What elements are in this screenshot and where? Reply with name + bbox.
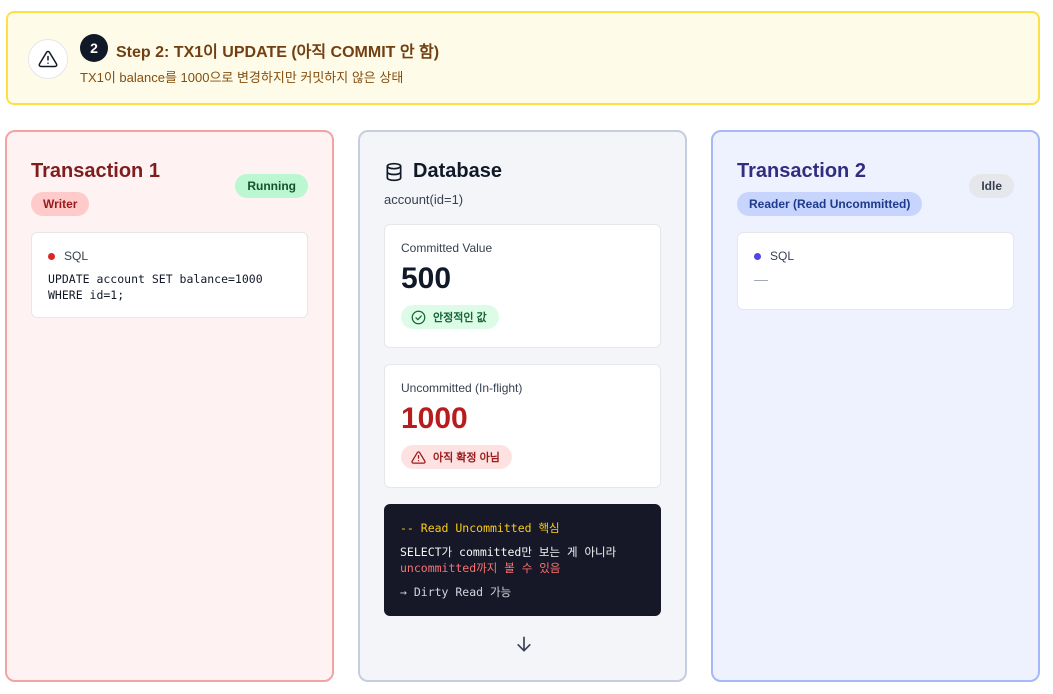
transaction-2-role-badge: Reader (Read Uncommitted) xyxy=(737,192,923,216)
database-title: Database xyxy=(413,160,502,182)
transaction-2-title: Transaction 2 xyxy=(737,160,866,182)
committed-value-card: Committed Value 500 안정적인 값 xyxy=(384,224,661,348)
uncommitted-status-badge: 아직 확정 아님 xyxy=(401,445,512,469)
transaction-1-sql-card: SQL UPDATE account SET balance=1000 WHER… xyxy=(31,232,308,318)
committed-value: 500 xyxy=(401,262,452,295)
uncommitted-badge-text: 아직 확정 아님 xyxy=(433,452,500,464)
read-uncommitted-note: -- Read Uncommitted 핵심 SELECT가 committed… xyxy=(384,504,661,616)
note-comment: -- Read Uncommitted 핵심 xyxy=(400,521,560,535)
committed-value-label: Committed Value xyxy=(401,241,493,255)
warning-triangle-icon xyxy=(28,39,68,79)
transaction-2-sql-code: — xyxy=(754,271,768,287)
step-title: Step 2: TX1이 UPDATE (아직 COMMIT 안 함) xyxy=(116,44,440,61)
check-circle-icon xyxy=(411,310,426,324)
sql-label: SQL xyxy=(64,249,89,263)
transaction-1-status-badge: Running xyxy=(235,174,308,198)
database-icon xyxy=(386,162,402,181)
transaction-2-status-badge: Idle xyxy=(969,174,1014,198)
warning-triangle-icon xyxy=(411,450,426,464)
sql-header: SQL xyxy=(754,249,997,263)
step-banner: 2 Step 2: TX1이 UPDATE (아직 COMMIT 안 함) TX… xyxy=(6,11,1040,105)
uncommitted-value-card: Uncommitted (In-flight) 1000 아직 확정 아님 xyxy=(384,364,661,488)
note-line-3: → Dirty Read 가능 xyxy=(400,585,512,599)
database-panel: Database account(id=1) Committed Value 5… xyxy=(358,130,687,682)
sql-label: SQL xyxy=(770,249,795,263)
transaction-1-sql-code: UPDATE account SET balance=1000 WHERE id… xyxy=(48,272,263,302)
arrow-down-icon xyxy=(514,634,534,659)
transaction-1-title: Transaction 1 xyxy=(31,160,160,182)
transaction-2-panel: Transaction 2 Reader (Read Uncommitted) … xyxy=(711,130,1040,682)
note-line-2: uncommitted까지 볼 수 있음 xyxy=(400,561,561,575)
database-subtitle: account(id=1) xyxy=(384,192,464,207)
status-dot-icon xyxy=(754,252,761,260)
committed-status-badge: 안정적인 값 xyxy=(401,305,499,329)
step-number-badge: 2 xyxy=(80,34,108,62)
committed-badge-text: 안정적인 값 xyxy=(433,312,487,324)
transaction-1-role-badge: Writer xyxy=(31,192,90,216)
uncommitted-value-label: Uncommitted (In-flight) xyxy=(401,381,523,395)
status-dot-icon xyxy=(48,252,55,260)
transaction-1-panel: Transaction 1 Writer Running SQL UPDATE … xyxy=(5,130,334,682)
transaction-2-sql-card: SQL — xyxy=(737,232,1014,310)
uncommitted-value: 1000 xyxy=(401,402,468,435)
database-header: Database xyxy=(384,160,502,183)
sql-header: SQL xyxy=(48,249,291,263)
note-line-1: SELECT가 committed만 보는 게 아니라 xyxy=(400,545,617,559)
step-subtitle: TX1이 balance를 1000으로 변경하지만 커밋하지 않은 상태 xyxy=(80,70,404,85)
